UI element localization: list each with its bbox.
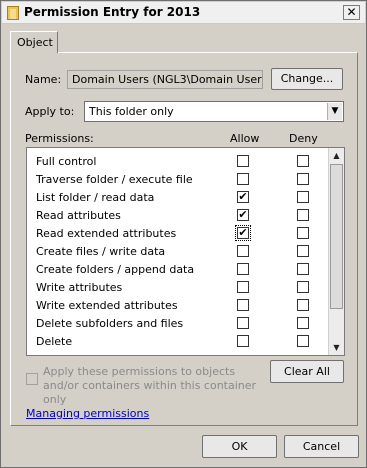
permission-name: Read extended attributes [36, 227, 177, 240]
allow-checkbox[interactable]: ✔ [237, 191, 249, 203]
window-title: Permission Entry for 2013 [24, 5, 201, 19]
permission-name: Delete subfolders and files [36, 317, 184, 330]
deny-checkbox[interactable] [297, 317, 309, 329]
allow-checkbox[interactable]: ✔ [237, 209, 249, 221]
permission-row: Write extended attributes [27, 296, 329, 314]
apply-to-select[interactable]: This folder only ▼ [84, 101, 344, 122]
change-button[interactable]: Change... [271, 68, 343, 90]
allow-checkbox[interactable] [237, 173, 249, 185]
permission-row: Delete subfolders and files [27, 314, 329, 332]
permission-name: Read attributes [36, 209, 121, 222]
deny-checkbox[interactable] [297, 191, 309, 203]
chevron-down-icon[interactable]: ▼ [327, 103, 342, 120]
close-button[interactable]: ✕ [343, 5, 360, 20]
allow-checkbox[interactable] [237, 299, 249, 311]
permission-row: Create folders / append data [27, 260, 329, 278]
deny-checkbox[interactable] [297, 173, 309, 185]
deny-checkbox[interactable] [297, 281, 309, 293]
permission-name: Write extended attributes [36, 299, 178, 312]
deny-checkbox[interactable] [297, 209, 309, 221]
apply-to-value: This folder only [89, 105, 174, 118]
permission-row: Read attributes ✔ [27, 206, 329, 224]
allow-checkbox[interactable] [237, 281, 249, 293]
scroll-down-icon[interactable]: ▼ [329, 340, 344, 355]
permission-row: List folder / read data ✔ [27, 188, 329, 206]
clear-all-button[interactable]: Clear All [270, 360, 344, 383]
permission-row: Delete [27, 332, 329, 350]
permission-name: Traverse folder / execute file [36, 173, 193, 186]
permission-row: Write attributes [27, 278, 329, 296]
permission-row: Traverse folder / execute file [27, 170, 329, 188]
tab-object[interactable]: Object [10, 31, 58, 53]
cancel-button[interactable]: Cancel [284, 435, 359, 458]
allow-checkbox[interactable] [237, 263, 249, 275]
scroll-up-icon[interactable]: ▲ [329, 148, 344, 163]
allow-checkbox[interactable] [237, 335, 249, 347]
apply-to-children-checkbox[interactable] [26, 373, 38, 385]
allow-header: Allow [230, 132, 260, 145]
deny-header: Deny [289, 132, 318, 145]
allow-checkbox[interactable] [237, 245, 249, 257]
deny-checkbox[interactable] [297, 263, 309, 275]
deny-checkbox[interactable] [297, 335, 309, 347]
allow-checkbox[interactable] [237, 155, 249, 167]
permission-name: Write attributes [36, 281, 123, 294]
permission-name: List folder / read data [36, 191, 155, 204]
apply-to-children-label: Apply these permissions to objects and/o… [43, 365, 257, 406]
permissions-list: Full control Traverse folder / execute f… [26, 147, 345, 356]
deny-checkbox[interactable] [297, 227, 309, 239]
permissions-scrollbar[interactable]: ▲ ▼ [328, 148, 344, 355]
scrollbar-thumb[interactable] [330, 164, 343, 309]
ok-button[interactable]: OK [202, 435, 277, 458]
name-field: Domain Users (NGL3\Domain Users) [67, 70, 263, 89]
permissions-header: Permissions: [25, 132, 94, 145]
allow-checkbox[interactable] [237, 317, 249, 329]
permission-row: Full control [27, 152, 329, 170]
permission-row: Create files / write data [27, 242, 329, 260]
permission-name: Create files / write data [36, 245, 166, 258]
name-label: Name: [25, 73, 62, 86]
apply-to-label: Apply to: [25, 105, 75, 118]
permission-row: Read extended attributes ✔ [27, 224, 329, 242]
deny-checkbox[interactable] [297, 245, 309, 257]
permission-name: Create folders / append data [36, 263, 195, 276]
managing-permissions-link[interactable]: Managing permissions [26, 407, 149, 420]
permission-name: Full control [36, 155, 97, 168]
permission-entry-dialog: Permission Entry for 2013 ✕ Object Name:… [0, 0, 367, 468]
deny-checkbox[interactable] [297, 299, 309, 311]
allow-checkbox[interactable]: ✔ [235, 225, 251, 241]
deny-checkbox[interactable] [297, 155, 309, 167]
title-bar: Permission Entry for 2013 ✕ [2, 2, 365, 24]
permission-name: Delete [36, 335, 73, 348]
folder-icon [7, 6, 19, 20]
